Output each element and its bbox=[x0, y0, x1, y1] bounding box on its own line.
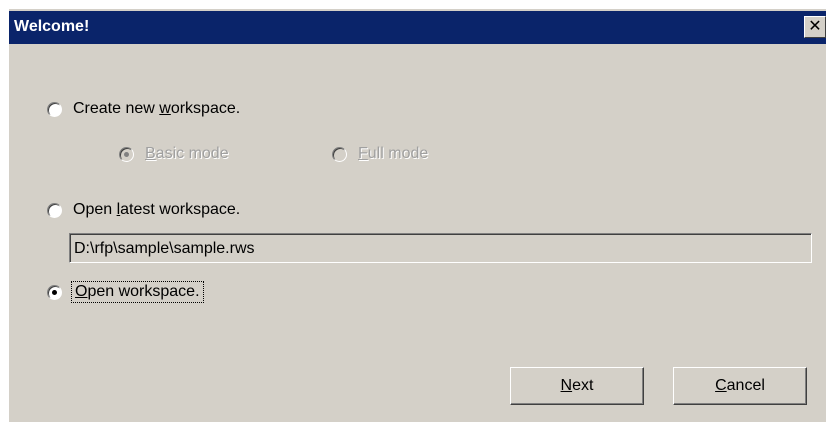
radio-create-new-workspace[interactable]: Create new workspace. bbox=[47, 98, 240, 120]
radio-full-mode-indicator[interactable] bbox=[332, 146, 347, 162]
label-part: ull mode bbox=[367, 145, 429, 162]
label-part: ext bbox=[572, 377, 594, 394]
cancel-button[interactable]: Cancel bbox=[673, 367, 807, 405]
radio-open-workspace-indicator[interactable] bbox=[47, 284, 62, 300]
radio-open-workspace-label: Open workspace. bbox=[71, 281, 204, 303]
radio-open-latest-workspace[interactable]: Open latest workspace. bbox=[47, 199, 240, 221]
label-part: atest workspace. bbox=[120, 201, 241, 218]
radio-basic-mode-label: Basic mode bbox=[145, 145, 229, 163]
mnemonic-key: B bbox=[145, 145, 156, 162]
radio-open-latest-label: Open latest workspace. bbox=[73, 201, 240, 219]
latest-workspace-path-field: D:\rfp\sample\sample.rws bbox=[69, 233, 812, 263]
label-part: ancel bbox=[726, 377, 765, 394]
welcome-dialog: Welcome! ✕ Create new workspace. Basic m… bbox=[8, 8, 826, 422]
next-button[interactable]: Next bbox=[510, 367, 644, 405]
mnemonic-key: C bbox=[715, 377, 727, 394]
dialog-title: Welcome! bbox=[14, 18, 90, 35]
radio-selected-dot bbox=[124, 151, 129, 157]
radio-full-mode-label: Full mode bbox=[358, 145, 428, 163]
close-button[interactable]: ✕ bbox=[804, 16, 826, 38]
radio-basic-mode-indicator[interactable] bbox=[119, 146, 134, 162]
label-part: Create new bbox=[73, 100, 160, 117]
label-part: orkspace. bbox=[170, 100, 241, 117]
mnemonic-key: F bbox=[358, 145, 368, 162]
mnemonic-key: w bbox=[159, 100, 171, 117]
radio-create-new-label: Create new workspace. bbox=[73, 100, 240, 118]
cancel-button-label: Cancel bbox=[715, 377, 765, 395]
label-part: pen workspace. bbox=[87, 283, 200, 300]
mnemonic-key: O bbox=[75, 283, 88, 300]
radio-open-workspace[interactable]: Open workspace. bbox=[47, 281, 204, 303]
radio-open-latest-indicator[interactable] bbox=[47, 202, 62, 218]
mnemonic-key: N bbox=[560, 377, 573, 394]
close-icon: ✕ bbox=[808, 18, 822, 35]
radio-selected-dot bbox=[52, 289, 57, 295]
radio-create-new-indicator[interactable] bbox=[47, 101, 62, 117]
next-button-label: Next bbox=[561, 377, 594, 395]
title-bar: Welcome! ✕ bbox=[9, 11, 826, 44]
label-part: asic mode bbox=[155, 145, 229, 162]
radio-full-mode[interactable]: Full mode bbox=[332, 143, 428, 165]
label-part: Open bbox=[73, 201, 117, 218]
radio-basic-mode[interactable]: Basic mode bbox=[119, 143, 229, 165]
